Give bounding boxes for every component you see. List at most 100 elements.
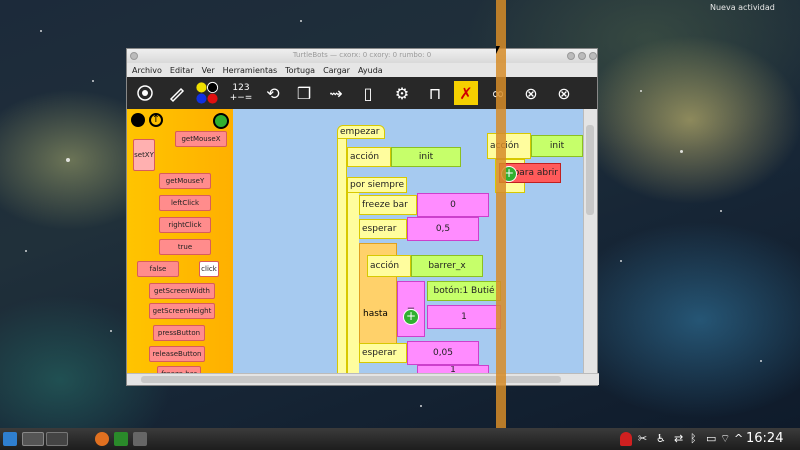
horizontal-scrollbar[interactable] <box>127 373 599 385</box>
star <box>66 158 70 162</box>
star <box>760 360 762 362</box>
numbers-palette-icon[interactable]: 123 +−= <box>229 81 253 105</box>
colors-palette-icon[interactable] <box>195 81 219 105</box>
add-icon[interactable]: + <box>403 309 419 325</box>
ghost-icon[interactable] <box>620 432 632 446</box>
action-block[interactable]: acción <box>347 147 391 167</box>
minimize-button[interactable] <box>567 52 575 60</box>
stop-x-icon[interactable]: ⊗ <box>519 81 543 105</box>
star <box>620 260 622 262</box>
side-action-block[interactable]: acción <box>487 133 531 159</box>
pen-palette-icon[interactable] <box>165 81 189 105</box>
freeze-value[interactable]: 0 <box>417 193 489 217</box>
toolbar: 123 +−= ⟲ ❒ ⇝ ▯ ⚙ ⊓ ✗ ∞ ⊗ ⊗ <box>127 77 597 109</box>
palette-block-setxy[interactable]: setXY <box>133 139 155 171</box>
action2-block[interactable]: acción <box>367 255 411 277</box>
wait2-block[interactable]: esperar <box>359 343 407 363</box>
accessibility-icon[interactable]: ♿ <box>656 432 670 446</box>
open-label: para abrir <box>513 168 558 178</box>
taskbar-clock[interactable]: 16:24 <box>746 431 783 446</box>
wifi-icon[interactable]: ⌔ <box>720 432 734 446</box>
palette-block-leftclick[interactable]: leftClick <box>159 195 211 211</box>
side-action-value[interactable]: init <box>531 135 583 157</box>
palette-block-false[interactable]: false <box>137 261 179 277</box>
turtle-palette-icon[interactable] <box>133 81 157 105</box>
menu-ayuda[interactable]: Ayuda <box>358 66 383 75</box>
star <box>720 210 722 212</box>
turtlebots-task-icon[interactable] <box>114 432 128 446</box>
start-block[interactable]: empezar <box>337 125 385 139</box>
new-activity-label[interactable]: Nueva actividad <box>710 3 775 12</box>
mouse-plugin-icon[interactable]: ✗ <box>454 81 478 105</box>
star <box>110 330 112 332</box>
scissors-icon[interactable]: ✂ <box>638 432 652 446</box>
media-palette-icon[interactable]: ▯ <box>356 81 380 105</box>
palette-block-true[interactable]: true <box>159 239 211 255</box>
wait2-value[interactable]: 0,05 <box>407 341 479 365</box>
sensors-palette-icon[interactable]: ⇝ <box>324 81 348 105</box>
action-value[interactable]: init <box>391 147 461 167</box>
until-label: hasta <box>363 309 388 319</box>
palette-block-releasebutton[interactable]: releaseButton <box>149 346 205 362</box>
star <box>680 150 683 153</box>
flow-palette-icon[interactable]: ⟲ <box>261 81 285 105</box>
close-button[interactable] <box>589 52 597 60</box>
menu-archivo[interactable]: Archivo <box>132 66 162 75</box>
desktop-pager-1[interactable] <box>22 432 44 446</box>
palette-block-getmousex[interactable]: getMouseX <box>175 131 227 147</box>
menu-ver[interactable]: Ver <box>202 66 215 75</box>
freeze-bar-block[interactable]: freeze bar <box>359 195 417 215</box>
presentation-icon[interactable]: ⊓ <box>423 81 447 105</box>
palette-block-getscreenwidth[interactable]: getScreenWidth <box>149 283 215 299</box>
button-sensor[interactable]: botón:1 Butié <box>427 281 501 301</box>
action2-value[interactable]: barrer_x <box>411 255 483 277</box>
freeze-label: freeze bar <box>362 200 408 210</box>
blocks-palette-icon[interactable]: ❒ <box>292 81 316 105</box>
menu-editar[interactable]: Editar <box>170 66 194 75</box>
numbers-label-bottom: +−= <box>229 93 253 103</box>
window-task-icon[interactable] <box>133 432 147 446</box>
vertical-scroll-thumb[interactable] <box>586 125 594 215</box>
palette-block-rightclick[interactable]: rightClick <box>159 217 211 233</box>
until-value[interactable]: 1 <box>427 305 501 329</box>
clear-x-icon[interactable]: ⊗ <box>552 81 576 105</box>
wait2-label: esperar <box>362 348 397 358</box>
window-title: TurtleBots — cxorx: 0 cxory: 0 rumbo: 0 <box>292 51 432 59</box>
wait-label: esperar <box>362 224 397 234</box>
usb-icon[interactable]: ⇄ <box>674 432 688 446</box>
battery-icon[interactable]: ▭ <box>706 432 720 446</box>
star <box>420 405 422 407</box>
palette-block-pressbutton[interactable]: pressButton <box>153 325 205 341</box>
star <box>640 90 642 92</box>
star <box>300 20 302 22</box>
menu-herramientas[interactable]: Herramientas <box>223 66 278 75</box>
wait-value[interactable]: 0,5 <box>407 217 479 241</box>
vertical-scrollbar[interactable] <box>583 109 597 375</box>
hide-palette-icon[interactable] <box>131 113 145 127</box>
star <box>92 80 94 82</box>
block-canvas[interactable]: ↑ getMouseX setXY getMouseY leftClick ri… <box>127 109 583 375</box>
kde-menu-icon[interactable] <box>3 432 17 446</box>
bluetooth-icon[interactable]: ᛒ <box>690 432 704 446</box>
forever-block[interactable]: por siempre <box>347 177 407 193</box>
action-label: acción <box>350 152 380 162</box>
palette-block-getscreenheight[interactable]: getScreenHeight <box>149 303 215 319</box>
wait-block[interactable]: esperar <box>359 219 407 239</box>
star <box>40 30 42 32</box>
turtlebots-window: TurtleBots — cxorx: 0 cxory: 0 rumbo: 0 … <box>126 48 599 386</box>
down-arrow-icon[interactable] <box>213 113 229 129</box>
taskbar: ✂ ♿ ⇄ ᛒ ▭ ⌔ ^ 16:24 <box>0 428 800 450</box>
firefox-icon[interactable] <box>95 432 109 446</box>
start-body <box>337 139 347 375</box>
up-arrow-icon[interactable]: ↑ <box>149 113 163 127</box>
menu-tortuga[interactable]: Tortuga <box>285 66 315 75</box>
block-palette: ↑ getMouseX setXY getMouseY leftClick ri… <box>127 109 233 375</box>
action2-label: acción <box>370 261 400 271</box>
settings-gear-icon[interactable]: ⚙ <box>390 81 414 105</box>
palette-block-click[interactable]: click <box>199 261 219 277</box>
maximize-button[interactable] <box>578 52 586 60</box>
window-titlebar[interactable]: TurtleBots — cxorx: 0 cxory: 0 rumbo: 0 <box>127 49 597 63</box>
palette-block-getmousey[interactable]: getMouseY <box>159 173 211 189</box>
menu-cargar[interactable]: Cargar <box>323 66 350 75</box>
desktop-pager-2[interactable] <box>46 432 68 446</box>
